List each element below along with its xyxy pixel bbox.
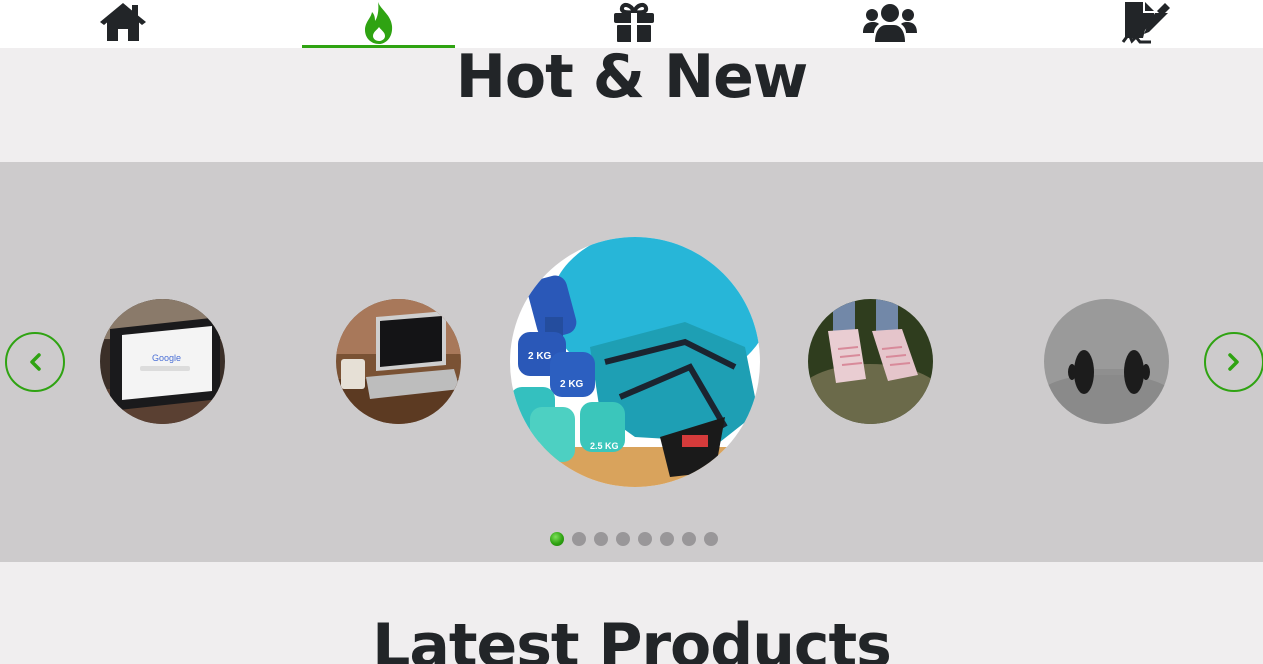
dumbbells-sneaker-photo: 2 KG 2 KG 2.5 KG: [510, 237, 760, 487]
fire-icon: [364, 2, 392, 44]
svg-text:Google: Google: [152, 353, 181, 363]
carousel-dot[interactable]: [594, 532, 608, 546]
carousel-slide-dumbbell[interactable]: [1044, 299, 1169, 424]
section-title-hot-new: Hot & New: [455, 42, 809, 112]
carousel-dot[interactable]: [682, 532, 696, 546]
carousel-dot[interactable]: [616, 532, 630, 546]
chevron-left-icon: [30, 353, 41, 371]
sneakers-photo: [808, 299, 933, 424]
carousel-dot[interactable]: [550, 532, 564, 546]
carousel-dot[interactable]: [572, 532, 586, 546]
carousel-slide-dumbbells-sneaker[interactable]: 2 KG 2 KG 2.5 KG: [510, 237, 760, 487]
carousel-pagination: [550, 532, 718, 546]
users-icon: [862, 4, 917, 42]
svg-text:2 KG: 2 KG: [528, 351, 552, 362]
carousel-slide-laptop[interactable]: [336, 299, 461, 424]
carousel-dot[interactable]: [660, 532, 674, 546]
carousel-prev-button[interactable]: [5, 332, 65, 392]
section-title-latest-products: Latest Products: [372, 611, 892, 664]
carousel-dot[interactable]: [704, 532, 718, 546]
carousel-dot[interactable]: [638, 532, 652, 546]
chevron-right-icon: [1228, 353, 1239, 371]
svg-text:2 KG: 2 KG: [560, 379, 584, 390]
carousel-next-button[interactable]: [1204, 332, 1263, 392]
svg-text:2.5 KG: 2.5 KG: [590, 441, 619, 451]
laptop-photo: [336, 299, 461, 424]
tablet-photo: Google: [100, 299, 225, 424]
product-carousel: Google 2 KG 2 KG 2.5 KG: [0, 162, 1263, 562]
dumbbell-photo: [1044, 299, 1169, 424]
carousel-slide-tablet[interactable]: Google: [100, 299, 225, 424]
home-icon: [99, 3, 146, 41]
gift-icon: [613, 2, 654, 42]
carousel-slide-sneakers[interactable]: [808, 299, 933, 424]
signature-icon: [1121, 2, 1170, 44]
